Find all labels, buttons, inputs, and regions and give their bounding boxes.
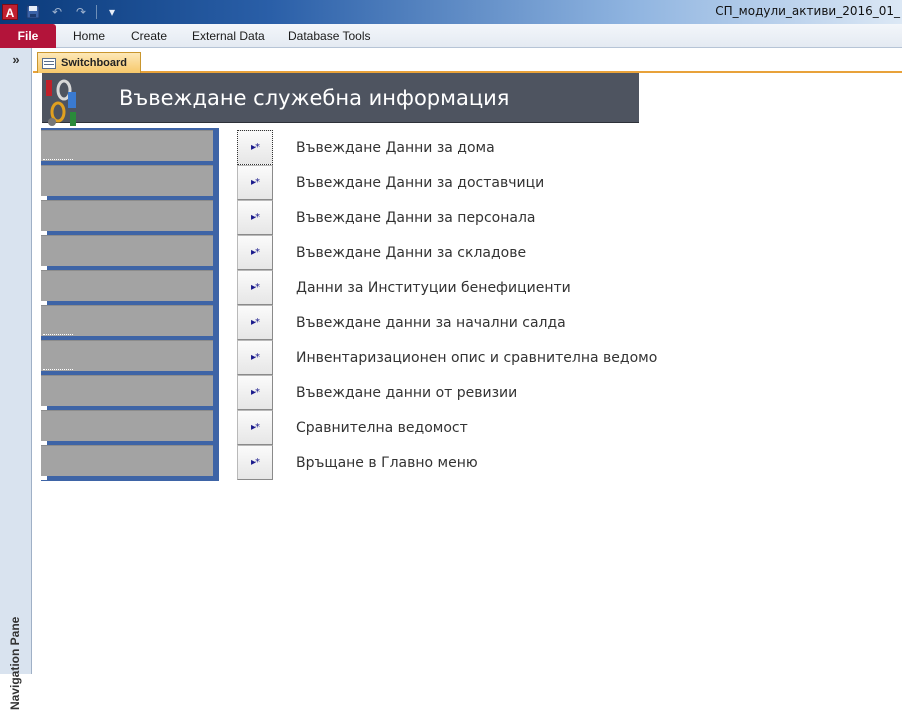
switchboard-item-label[interactable]: Въвеждане данни за начални салда — [296, 315, 566, 331]
title-bar: A ↶ ↷ ▾ СП_модули_активи_2016_01_ — [0, 0, 902, 24]
switchboard-item-button[interactable]: ▸* — [237, 165, 273, 200]
nav-pane-expand-button[interactable]: » — [0, 52, 32, 67]
left-decorative-panel — [41, 128, 219, 481]
document-tab-label: Switchboard — [61, 57, 128, 69]
switchboard-row: ▸* Инвентаризационен опис и сравнителна … — [237, 340, 657, 375]
panel-stripe — [41, 375, 213, 410]
stripe-dots — [43, 334, 73, 335]
document-tab-strip: Switchboard — [33, 48, 902, 73]
switchboard-item-button[interactable]: ▸* — [237, 270, 273, 305]
switchboard-item-label[interactable]: Въвеждане Данни за персонала — [296, 210, 535, 226]
switchboard-item-label[interactable]: Въвеждане Данни за доставчици — [296, 175, 544, 191]
tab-home[interactable]: Home — [73, 29, 105, 43]
run-arrow-icon: ▸* — [250, 282, 260, 293]
switchboard-item-button[interactable]: ▸* — [237, 235, 273, 270]
page-title: Въвеждане служебна информация — [119, 86, 510, 110]
panel-stripe — [41, 235, 213, 270]
run-arrow-icon: ▸* — [250, 352, 260, 363]
ribbon-tab-bar: File Home Create External Data Database … — [0, 24, 902, 48]
access-app-icon[interactable]: A — [2, 4, 18, 20]
switchboard-row: ▸* Въвеждане Данни за доставчици — [237, 165, 657, 200]
run-arrow-icon: ▸* — [250, 212, 260, 223]
tab-external-data[interactable]: External Data — [192, 29, 265, 43]
run-arrow-icon: ▸* — [250, 422, 260, 433]
run-arrow-icon: ▸* — [250, 247, 260, 258]
panel-stripe — [41, 270, 213, 305]
switchboard-item-button[interactable]: ▸* — [237, 130, 273, 165]
run-arrow-icon: ▸* — [250, 177, 260, 188]
switchboard-item-label[interactable]: Инвентаризационен опис и сравнителна вед… — [296, 350, 657, 366]
run-arrow-icon: ▸* — [250, 317, 260, 328]
tab-create[interactable]: Create — [131, 29, 167, 43]
switchboard-row: ▸* Въвеждане Данни за дома — [237, 130, 657, 165]
panel-stripe — [41, 305, 213, 336]
binary-logo-icon — [46, 79, 76, 126]
panel-stripe — [41, 445, 213, 480]
switchboard-item-button[interactable]: ▸* — [237, 375, 273, 410]
tab-database-tools[interactable]: Database Tools — [288, 29, 371, 43]
save-icon[interactable] — [24, 3, 42, 21]
form-icon — [42, 57, 56, 69]
navigation-pane[interactable]: » Navigation Pane — [0, 48, 32, 710]
nav-pane-label[interactable]: Navigation Pane — [4, 600, 26, 710]
stripe-dots — [43, 369, 73, 370]
switchboard-item-label[interactable]: Въвеждане данни от ревизии — [296, 385, 517, 401]
panel-stripe — [41, 200, 213, 235]
switchboard-row: ▸* Въвеждане Данни за персонала — [237, 200, 657, 235]
redo-icon[interactable]: ↷ — [72, 3, 90, 21]
panel-stripe — [41, 340, 213, 371]
switchboard-item-label[interactable]: Връщане в Главно меню — [296, 455, 478, 471]
switchboard-item-button[interactable]: ▸* — [237, 340, 273, 375]
run-arrow-icon: ▸* — [250, 387, 260, 398]
panel-stripe — [41, 130, 213, 161]
switchboard-form: Въвеждане служебна информация ▸* Въвежда… — [33, 73, 902, 674]
switchboard-row: ▸* Данни за Институции бенефициенти — [237, 270, 657, 305]
switchboard-row: ▸* Въвеждане Данни за складове — [237, 235, 657, 270]
switchboard-item-button[interactable]: ▸* — [237, 200, 273, 235]
tab-switchboard[interactable]: Switchboard — [37, 52, 141, 73]
panel-stripe — [41, 410, 213, 445]
switchboard-item-button[interactable]: ▸* — [237, 445, 273, 480]
switchboard-row: ▸* Въвеждане данни от ревизии — [237, 375, 657, 410]
switchboard-item-label[interactable]: Данни за Институции бенефициенти — [296, 280, 571, 296]
switchboard-item-label[interactable]: Въвеждане Данни за дома — [296, 140, 495, 156]
run-arrow-icon: ▸* — [250, 457, 260, 468]
switchboard-row: ▸* Въвеждане данни за начални салда — [237, 305, 657, 340]
switchboard-row: ▸* Сравнителна ведомост — [237, 410, 657, 445]
file-tab[interactable]: File — [0, 24, 56, 48]
switchboard-item-button[interactable]: ▸* — [237, 305, 273, 340]
switchboard-row: ▸* Връщане в Главно меню — [237, 445, 657, 480]
panel-stripe — [41, 165, 213, 200]
quick-access-separator — [96, 5, 97, 19]
switchboard-item-button[interactable]: ▸* — [237, 410, 273, 445]
run-arrow-icon: ▸* — [250, 142, 260, 153]
stripe-mark — [41, 476, 47, 480]
switchboard-item-label[interactable]: Въвеждане Данни за складове — [296, 245, 526, 261]
undo-icon[interactable]: ↶ — [48, 3, 66, 21]
window-title: СП_модули_активи_2016_01_ — [715, 4, 900, 18]
switchboard-item-label[interactable]: Сравнителна ведомост — [296, 420, 468, 436]
form-header: Въвеждане служебна информация — [42, 73, 639, 126]
stripe-dots — [43, 159, 73, 160]
customize-quick-access-icon[interactable]: ▾ — [103, 3, 121, 21]
